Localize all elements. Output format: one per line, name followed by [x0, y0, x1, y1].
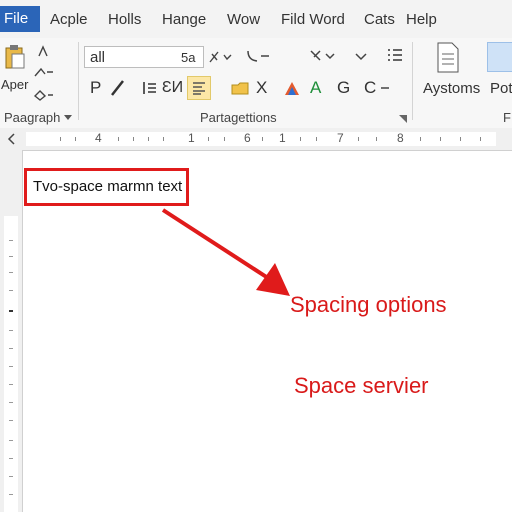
red-arrow-icon — [161, 208, 290, 296]
annotation-space-servier: Space servier — [294, 373, 429, 398]
annotation-spacing-options: Spacing options — [290, 292, 447, 317]
